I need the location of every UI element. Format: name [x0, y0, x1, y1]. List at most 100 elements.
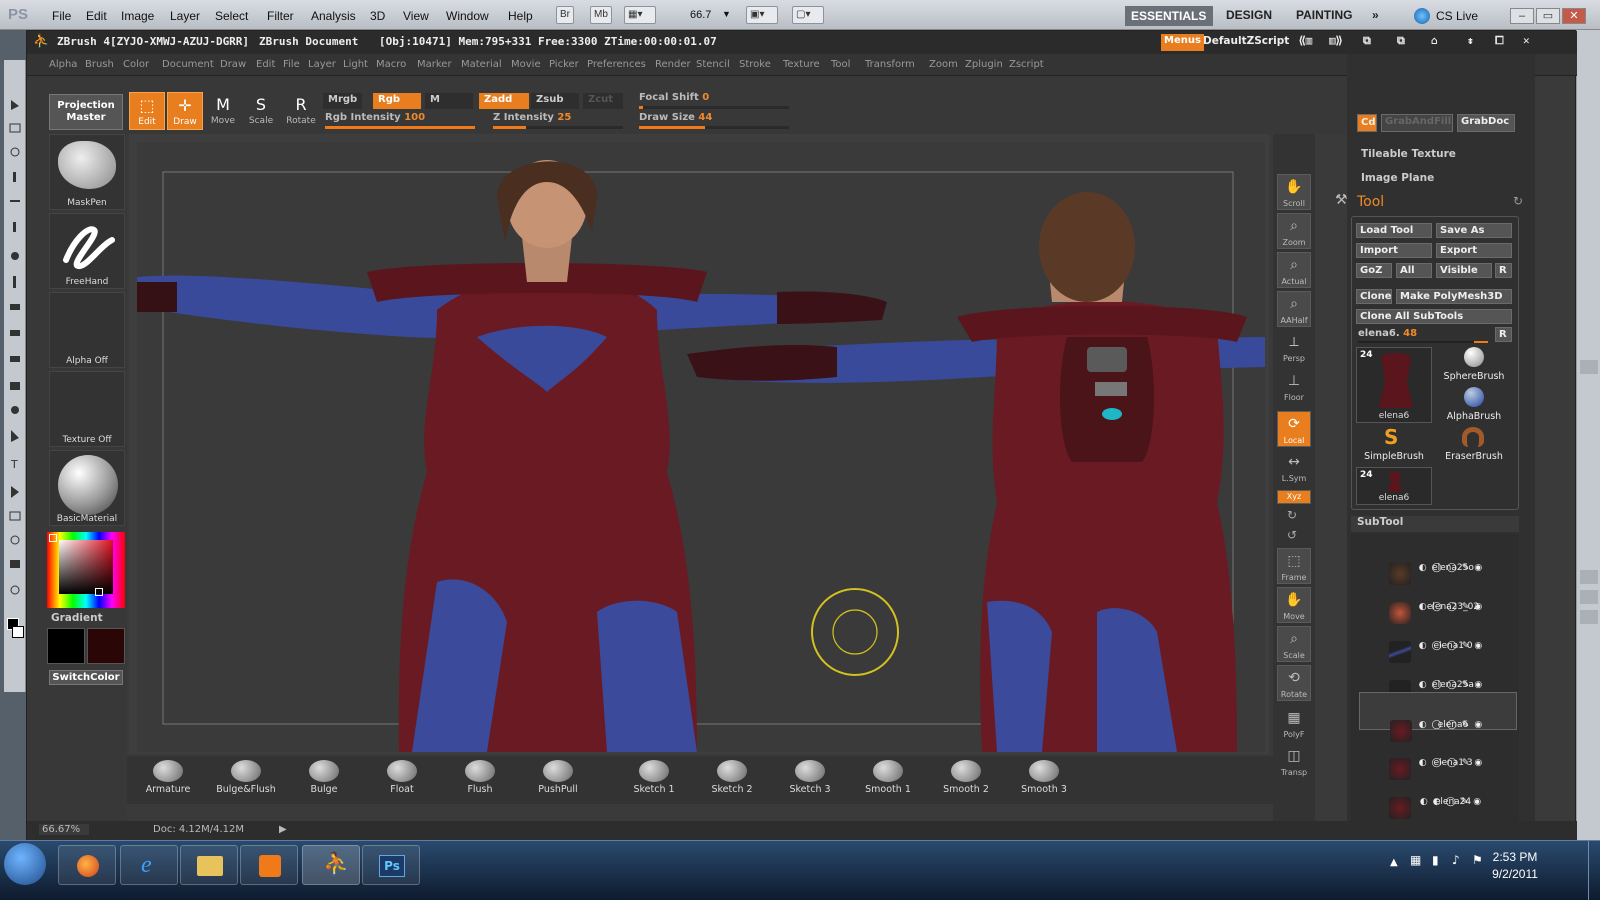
- zmenu-draw[interactable]: Draw: [220, 59, 246, 70]
- toolbox-icons[interactable]: T: [4, 60, 26, 620]
- status-menu-arrow-icon[interactable]: ▶: [279, 824, 287, 835]
- goz-button[interactable]: GoZ: [1356, 263, 1392, 278]
- clone-button[interactable]: Clone: [1356, 289, 1392, 304]
- scale-view-button[interactable]: ⌕ Scale: [1277, 626, 1311, 662]
- subtool-row[interactable]: ◐◯◯✎◉ elena1 0: [1359, 614, 1517, 663]
- taskbar-clock[interactable]: 2:53 PM 9/2/2011: [1485, 849, 1545, 883]
- workspace-essentials[interactable]: ESSENTIALS: [1125, 6, 1213, 26]
- current-tool-slider[interactable]: elena6. 48: [1358, 328, 1417, 339]
- color-picker-square[interactable]: [59, 540, 113, 594]
- close-button[interactable]: ✕: [1562, 8, 1586, 24]
- import-button[interactable]: Import: [1356, 243, 1432, 258]
- zmenu-marker[interactable]: Marker: [417, 59, 452, 70]
- zmenu-tool[interactable]: Tool: [831, 59, 850, 70]
- zadd-toggle[interactable]: Zadd: [479, 93, 529, 109]
- zmenu-brush[interactable]: Brush: [85, 59, 114, 70]
- zbrush-taskbar-icon[interactable]: ⛹: [302, 845, 360, 885]
- main-color-swatch[interactable]: [47, 628, 85, 664]
- move-view-button[interactable]: ✋ Move: [1277, 587, 1311, 623]
- cs-live-button[interactable]: CS Live: [1436, 9, 1478, 23]
- ps-menu-select[interactable]: Select: [215, 9, 248, 23]
- floor-button[interactable]: ⊥ Floor: [1277, 369, 1311, 405]
- focal-shift-slider[interactable]: Focal Shift 0: [639, 92, 709, 103]
- ps-menu-help[interactable]: Help: [508, 9, 533, 23]
- tool-thumb-elena6-recent[interactable]: 24 elena6: [1356, 467, 1432, 505]
- brush-bulge[interactable]: Bulge: [287, 758, 361, 802]
- export-button[interactable]: Export: [1436, 243, 1512, 258]
- polyf-button[interactable]: ▦ PolyF: [1277, 706, 1311, 742]
- document-canvas[interactable]: [137, 142, 1265, 752]
- photoshop-taskbar-icon[interactable]: Ps: [362, 845, 420, 885]
- zmenu-texture[interactable]: Texture: [783, 59, 820, 70]
- subtool-row[interactable]: ◐◯◯✎◉ elena25o: [1359, 536, 1517, 585]
- all-button[interactable]: All: [1396, 263, 1432, 278]
- tool-thumb-alphabrush[interactable]: AlphaBrush: [1436, 387, 1512, 425]
- ps-menu-edit[interactable]: Edit: [86, 9, 107, 23]
- zmenu-light[interactable]: Light: [343, 59, 368, 70]
- zmenu-transform[interactable]: Transform: [865, 59, 915, 70]
- tool-thumb-elena6[interactable]: 24 elena6: [1356, 347, 1432, 423]
- tool-thumb-simplebrush[interactable]: S SimpleBrush: [1356, 425, 1432, 465]
- zcut-toggle[interactable]: Zcut: [583, 93, 623, 109]
- ps-menu-layer[interactable]: Layer: [170, 9, 200, 23]
- scale-button[interactable]: S Scale: [243, 92, 279, 130]
- back-figure-model[interactable]: [687, 192, 1265, 752]
- zmenu-picker[interactable]: Picker: [549, 59, 579, 70]
- panel-icon-1[interactable]: [1580, 360, 1598, 374]
- zmenu-stroke[interactable]: Stroke: [739, 59, 771, 70]
- gradient-label[interactable]: Gradient: [51, 612, 103, 624]
- current-tool-track[interactable]: [1358, 341, 1488, 343]
- edit-button[interactable]: ⬚ Edit: [129, 92, 165, 130]
- action-center-flag-icon[interactable]: ⚑: [1472, 853, 1483, 867]
- status-zoom[interactable]: 66.67%: [39, 824, 89, 835]
- ps-menu-3d[interactable]: 3D: [370, 9, 385, 23]
- draw-size-slider[interactable]: Draw Size 44: [639, 112, 712, 123]
- brush-slot[interactable]: MaskPen: [49, 134, 125, 210]
- more-workspaces-icon[interactable]: »: [1372, 8, 1379, 22]
- ie-taskbar-icon[interactable]: e: [120, 845, 178, 885]
- network-icon[interactable]: ▦: [1410, 853, 1421, 867]
- firefox-taskbar-icon[interactable]: [58, 845, 116, 885]
- z-intensity-slider[interactable]: Z Intensity 25: [493, 112, 571, 123]
- title-icon-3[interactable]: ⧉: [1363, 34, 1371, 48]
- zsub-toggle[interactable]: Zsub: [531, 93, 579, 109]
- zmenu-stencil[interactable]: Stencil: [696, 59, 730, 70]
- tool-palette-title[interactable]: Tool: [1357, 194, 1384, 210]
- scroll-button[interactable]: ✋ Scroll: [1277, 174, 1311, 210]
- rotate-y-icon[interactable]: ↻: [1287, 508, 1297, 522]
- mrgb-toggle[interactable]: Mrgb: [323, 93, 363, 109]
- image-plane-button[interactable]: Image Plane: [1361, 172, 1434, 184]
- start-button[interactable]: [4, 843, 46, 885]
- panel-icon-4[interactable]: [1580, 610, 1598, 624]
- move-button[interactable]: M Move: [205, 92, 241, 130]
- aahalf-button[interactable]: ⌕ AAHalf: [1277, 291, 1311, 327]
- brush-flush[interactable]: Flush: [443, 758, 517, 802]
- brush-sketch-1[interactable]: Sketch 1: [617, 758, 691, 802]
- save-as-button[interactable]: Save As: [1436, 223, 1512, 238]
- frame-button[interactable]: ⬚ Frame: [1277, 548, 1311, 584]
- zmenu-document[interactable]: Document: [162, 59, 214, 70]
- zmenu-zscript[interactable]: Zscript: [1009, 59, 1044, 70]
- persp-button[interactable]: ⟂ Persp: [1277, 330, 1311, 366]
- brush-sketch-3[interactable]: Sketch 3: [773, 758, 847, 802]
- zmenu-alpha[interactable]: Alpha: [49, 59, 77, 70]
- zb-close-icon[interactable]: ✕: [1523, 34, 1530, 47]
- minimize-button[interactable]: –: [1510, 8, 1534, 24]
- zmenu-preferences[interactable]: Preferences: [587, 59, 646, 70]
- subtool-header[interactable]: SubTool: [1351, 516, 1519, 532]
- rotate-button[interactable]: R Rotate: [283, 92, 319, 130]
- zmenu-edit[interactable]: Edit: [256, 59, 275, 70]
- explorer-taskbar-icon[interactable]: [180, 845, 238, 885]
- front-figure-model[interactable]: [137, 160, 887, 752]
- brush-pushpull[interactable]: PushPull: [521, 758, 595, 802]
- z-intensity-track[interactable]: [493, 126, 623, 129]
- screen-mode-icon[interactable]: ▢▾: [792, 6, 824, 24]
- ps-menu-filter[interactable]: Filter: [267, 9, 294, 23]
- zmenu-movie[interactable]: Movie: [511, 59, 541, 70]
- xyz-button[interactable]: Xyz: [1277, 490, 1311, 504]
- bridge-button[interactable]: Br: [556, 6, 574, 24]
- rgb-toggle[interactable]: Rgb: [373, 93, 421, 109]
- volume-icon[interactable]: ♪: [1452, 853, 1460, 867]
- panel-icon-3[interactable]: [1580, 590, 1598, 604]
- zb-minimize-icon[interactable]: ⇟: [1467, 34, 1474, 47]
